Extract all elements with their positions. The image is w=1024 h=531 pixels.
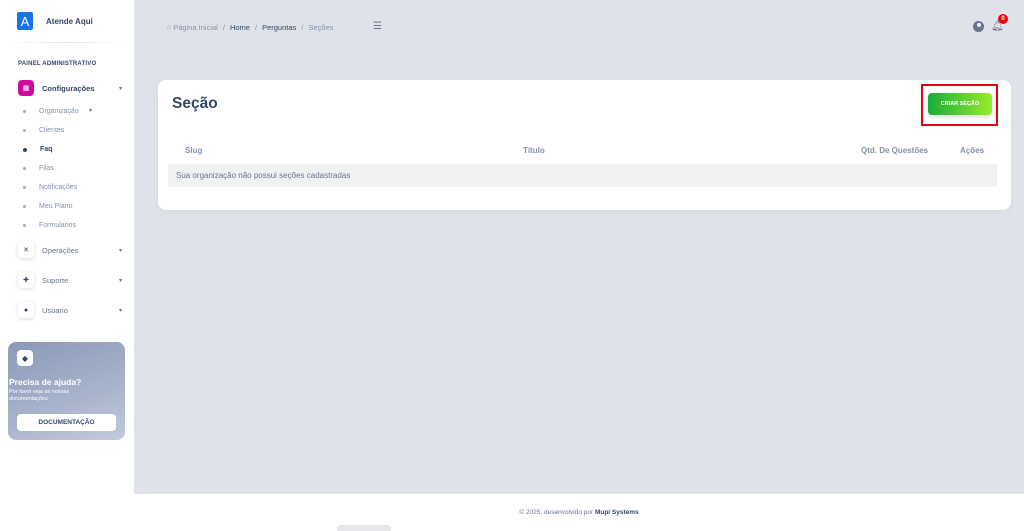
documentation-button[interactable]: DOCUMENTAÇÃO [17, 414, 116, 431]
footer-tab [337, 525, 391, 531]
sidebar-subitem-label: Meu Plano [39, 203, 73, 210]
table-row: Sua organização não possui seções cadast… [168, 164, 997, 187]
sidebar-subitem-filas[interactable]: Filas [23, 165, 54, 172]
footer-company-link[interactable]: Mupi Systems [595, 509, 639, 516]
sidebar-subitem-label: Formularios [39, 222, 76, 229]
breadcrumb-item[interactable]: Perguntas [262, 23, 296, 32]
pin-icon: ✚ [18, 272, 34, 288]
column-header-titulo: Título [523, 146, 545, 155]
sidebar-subitem-formularios[interactable]: Formularios [23, 222, 76, 229]
brand-divider [10, 42, 124, 43]
help-subtitle: Por favor veja as nossas documentações [9, 389, 70, 402]
hamburger-menu-icon[interactable]: ☰ [373, 21, 382, 32]
sidebar-subitem-label: Filas [39, 165, 54, 172]
breadcrumb: ⌂ Página Inicial / Home / Perguntas / Se… [167, 23, 333, 32]
sidebar-item-label: Operações [42, 245, 79, 255]
sidebar-item-label: Usuario [42, 305, 68, 315]
sidebar-item-label: Suporte [42, 275, 69, 285]
sidebar-subitem-faq[interactable]: Faq [23, 146, 52, 153]
bullet-icon [23, 186, 26, 189]
sidebar-item-suporte[interactable]: ✚ Suporte ▾ [18, 272, 122, 288]
bullet-icon [23, 205, 26, 208]
chevron-down-icon: ▾ [118, 247, 122, 254]
sidebar-subitem-label: Faq [40, 146, 53, 153]
footer-text: © 2025, desenvolvido por Mupi Systems [134, 509, 1024, 516]
sections-card: Seção CRIAR SEÇÃO Slug Título Qtd. De Qu… [158, 80, 1011, 210]
empty-message: Sua organização não possui seções cadast… [176, 171, 351, 180]
chevron-down-icon: ▾ [118, 85, 122, 92]
user-add-icon: ● [18, 302, 34, 318]
sidebar-subitem-meu-plano[interactable]: Meu Plano [23, 203, 72, 210]
breadcrumb-item[interactable]: Home [230, 23, 250, 32]
bullet-icon [23, 224, 26, 227]
sidebar-item-configuracoes[interactable]: ▦ Configurações ▾ [18, 80, 122, 96]
breadcrumb-separator: / [222, 23, 225, 32]
bullet-icon [23, 110, 26, 113]
create-section-button[interactable]: CRIAR SEÇÃO [928, 93, 992, 115]
sidebar-subitem-label: Notificações [39, 184, 78, 191]
chevron-down-icon[interactable]: ▾ [89, 107, 92, 114]
breadcrumb-current: Seções [308, 23, 334, 32]
sidebar-subitem-label: Clientes [39, 127, 65, 134]
sidebar-item-usuario[interactable]: ● Usuario ▾ [18, 302, 122, 318]
sidebar-subitem-organizacao[interactable]: Organização [23, 108, 79, 115]
home-icon: ⌂ [167, 24, 172, 31]
section-label: PAINEL ADMINISTRATIVO [18, 61, 97, 67]
sidebar-subitem-notificacoes[interactable]: Notificações [23, 184, 77, 191]
chevron-down-icon: ▾ [118, 307, 122, 314]
column-header-slug: Slug [185, 146, 203, 155]
bullet-icon [23, 167, 26, 170]
breadcrumb-home[interactable]: Página Inicial [173, 23, 218, 32]
tools-icon: ✕ [18, 242, 34, 258]
sidebar-subitem-clientes[interactable]: Clientes [23, 127, 64, 134]
breadcrumb-separator: / [301, 23, 304, 32]
footer-copyright: © 2025, desenvolvido por [519, 509, 595, 516]
notification-badge: 0 [998, 14, 1008, 24]
sidebar: A Atende Aqui PAINEL ADMINISTRATIVO ▦ Co… [0, 0, 134, 531]
sidebar-subitem-label: Organização [39, 108, 79, 115]
sidebar-item-operacoes[interactable]: ✕ Operações ▾ [18, 242, 122, 258]
gear-icon: ▦ [18, 80, 34, 96]
breadcrumb-separator: / [254, 23, 258, 32]
user-circle-icon[interactable] [973, 21, 984, 32]
column-header-acoes: Ações [960, 146, 985, 155]
page-title: Seção [172, 95, 218, 112]
bullet-icon [23, 129, 26, 132]
sidebar-item-label: Configurações [42, 83, 95, 93]
chevron-down-icon: ▾ [118, 277, 122, 284]
brand-name: Atende Aqui [46, 16, 93, 26]
bullet-icon [23, 147, 27, 152]
brand[interactable]: A Atende Aqui [17, 12, 93, 30]
column-header-qtd-questoes: Qtd. De Questões [861, 146, 929, 155]
diamond-icon: ◆ [17, 350, 33, 366]
brand-logo: A [17, 12, 33, 30]
footer: © 2025, desenvolvido por Mupi Systems [134, 494, 1024, 531]
help-title: Precisa de ajuda? [9, 377, 82, 387]
